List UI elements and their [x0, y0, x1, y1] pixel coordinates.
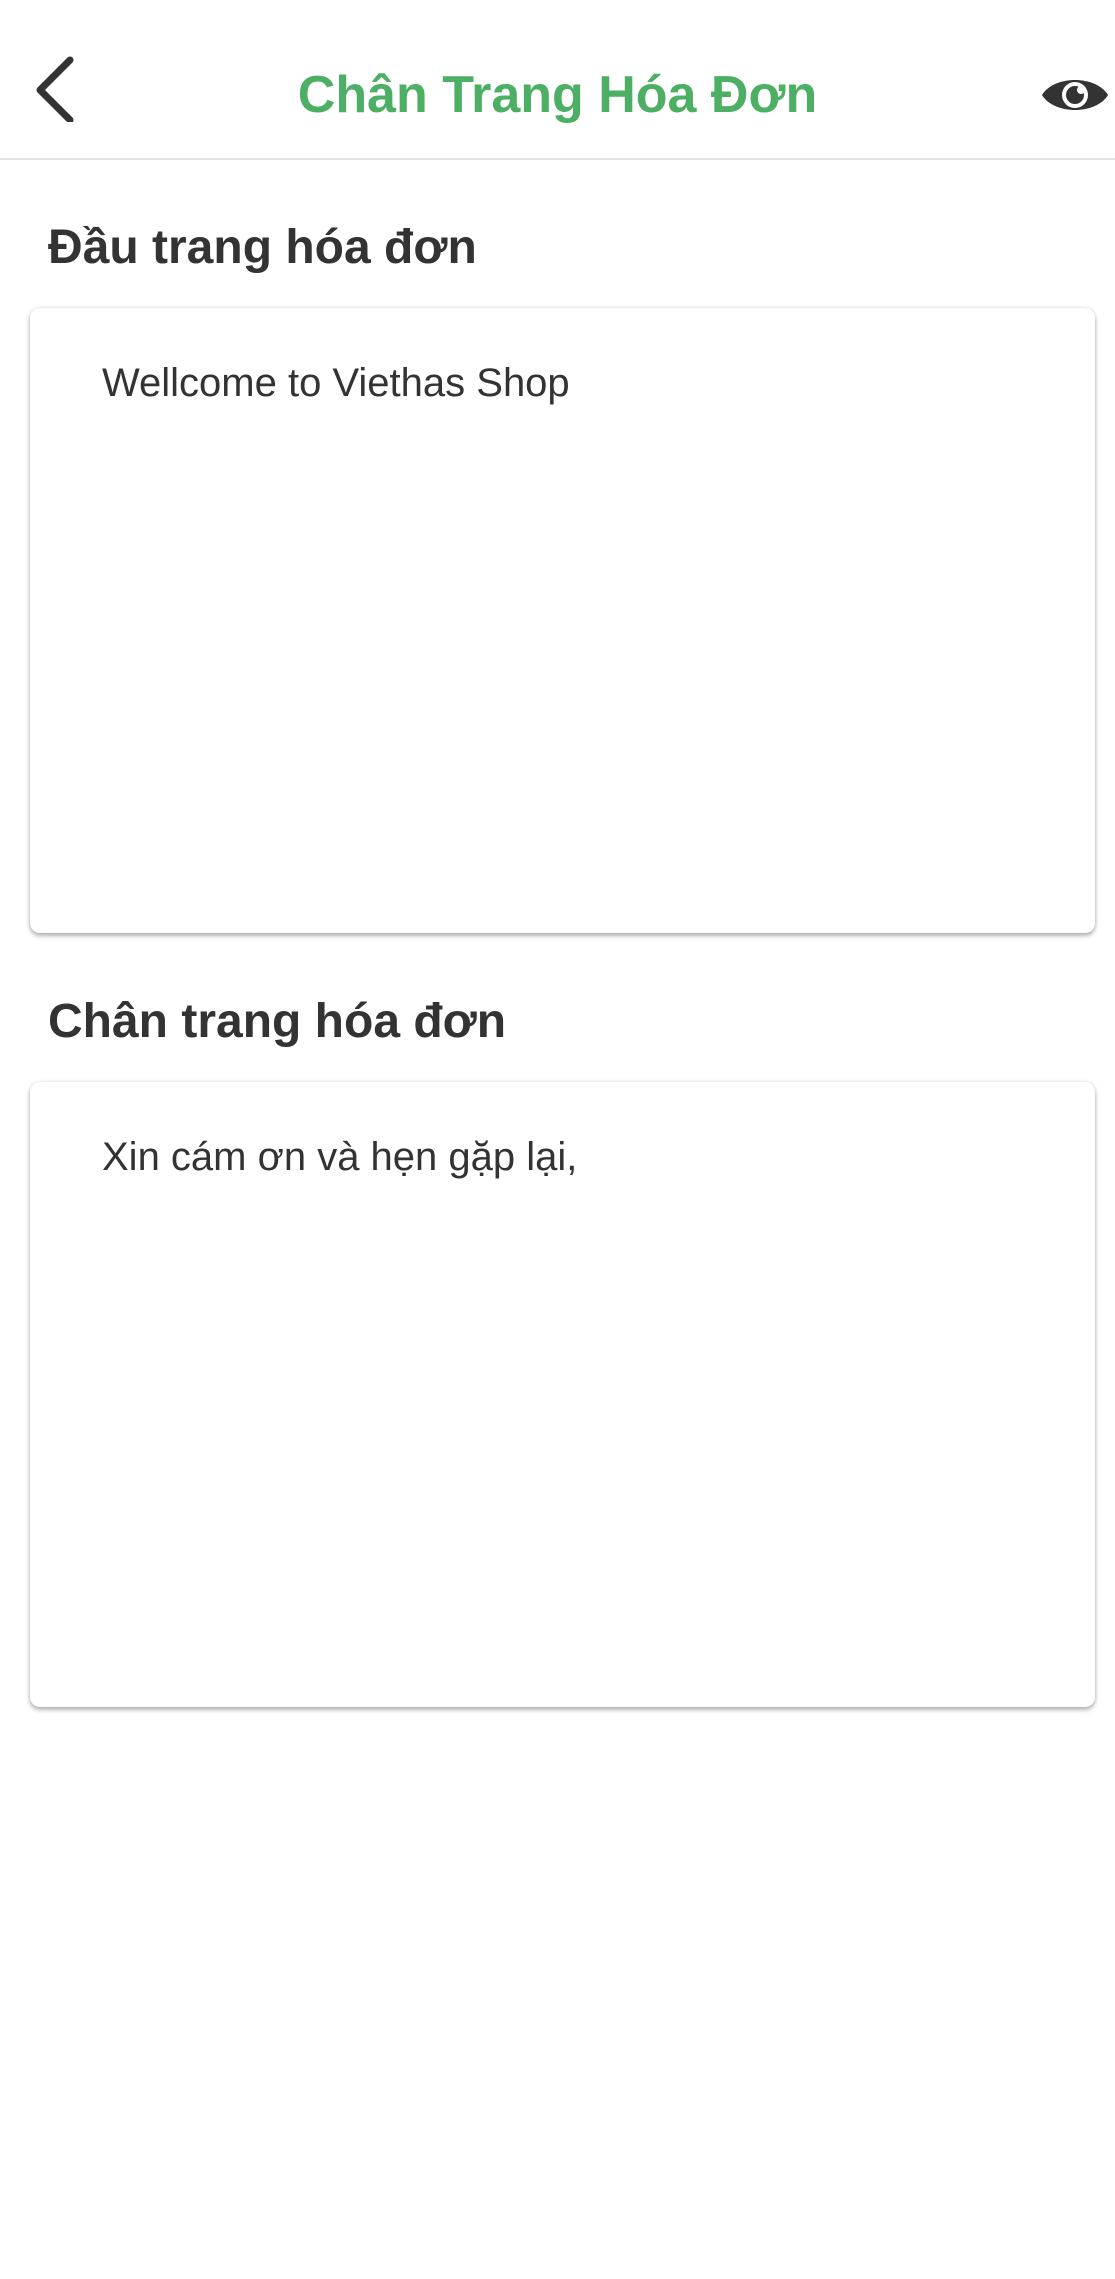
invoice-header-label: Đầu trang hóa đơn [48, 221, 477, 274]
preview-button[interactable] [1040, 68, 1115, 122]
invoice-footer-label: Chân trang hóa đơn [48, 995, 507, 1048]
app-header: Chân Trang Hóa Đơn [0, 0, 1115, 160]
invoice-header-textarea[interactable]: Wellcome to Viethas Shop [30, 308, 1095, 933]
eye-icon [1042, 80, 1108, 110]
invoice-header-text[interactable]: Wellcome to Viethas Shop [102, 358, 1042, 408]
page-title: Chân Trang Hóa Đơn [297, 66, 818, 124]
invoice-footer-textarea[interactable]: Xin cám ơn và hẹn gặp lại, [30, 1082, 1095, 1707]
invoice-footer-text[interactable]: Xin cám ơn và hẹn gặp lại, [102, 1132, 1042, 1182]
